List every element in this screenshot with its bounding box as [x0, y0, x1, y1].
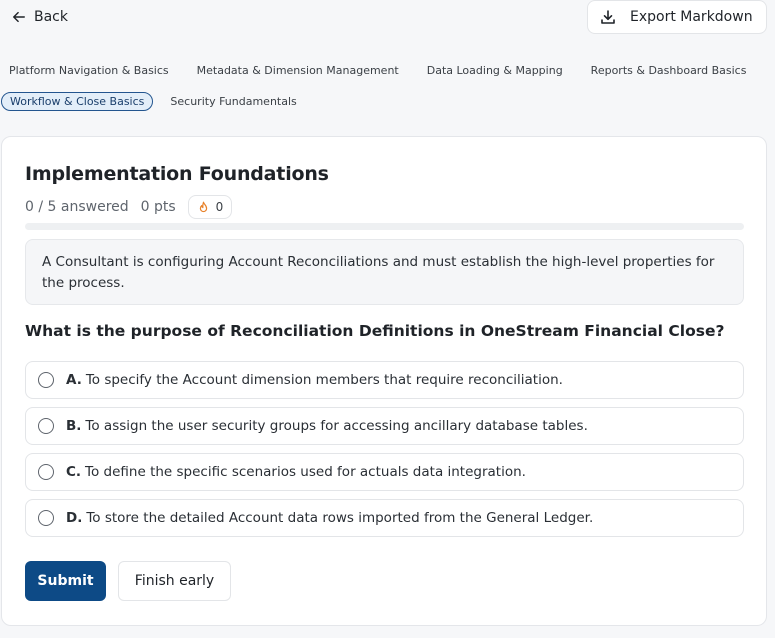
option-d-text: To store the detailed Account data rows … [86, 510, 594, 526]
back-label: Back [34, 9, 68, 25]
topic-tabs-row-2: Workflow & Close Basics Security Fundame… [0, 90, 306, 112]
quiz-stats: 0 / 5 answered 0 pts 0 [25, 195, 233, 219]
export-markdown-button[interactable]: Export Markdown [587, 0, 767, 34]
streak-badge: 0 [187, 195, 233, 219]
tab-data-loading[interactable]: Data Loading & Mapping [418, 61, 572, 80]
option-d[interactable]: D. To store the detailed Account data ro… [25, 499, 744, 537]
option-b-letter: B. [66, 418, 82, 434]
option-a-letter: A. [66, 372, 82, 388]
streak-count: 0 [215, 200, 224, 214]
question-context: A Consultant is configuring Account Reco… [25, 239, 744, 305]
option-c-text: To define the specific scenarios used fo… [85, 464, 526, 480]
arrow-left-icon [13, 11, 25, 23]
tab-workflow-close[interactable]: Workflow & Close Basics [1, 91, 154, 111]
option-c-letter: C. [66, 464, 82, 480]
download-icon [601, 10, 615, 24]
option-a[interactable]: A. To specify the Account dimension memb… [25, 361, 744, 399]
option-d-letter: D. [66, 510, 83, 526]
quiz-title: Implementation Foundations [25, 163, 329, 185]
question-text: What is the purpose of Reconciliation De… [25, 322, 725, 340]
option-c-radio[interactable] [38, 464, 54, 480]
answered-count: 0 / 5 answered [25, 199, 129, 215]
option-a-text: To specify the Account dimension members… [85, 372, 563, 388]
option-d-radio[interactable] [38, 510, 54, 526]
tab-security-fundamentals[interactable]: Security Fundamentals [161, 92, 305, 111]
top-bar: Back Export Markdown [0, 0, 775, 40]
points-count: 0 pts [140, 199, 176, 215]
flame-icon [199, 201, 207, 212]
back-button[interactable]: Back [12, 6, 68, 28]
topic-tabs-row-1: Platform Navigation & Basics Metadata & … [0, 59, 755, 81]
tab-platform-navigation[interactable]: Platform Navigation & Basics [0, 61, 178, 80]
option-b[interactable]: B. To assign the user security groups fo… [25, 407, 744, 445]
option-c[interactable]: C. To define the specific scenarios used… [25, 453, 744, 491]
quiz-progress-bar [25, 223, 744, 230]
option-b-radio[interactable] [38, 418, 54, 434]
finish-early-button[interactable]: Finish early [118, 561, 231, 601]
export-label: Export Markdown [630, 9, 753, 25]
tab-metadata-dimension[interactable]: Metadata & Dimension Management [188, 61, 408, 80]
submit-button[interactable]: Submit [25, 561, 106, 601]
tab-reports-dashboard[interactable]: Reports & Dashboard Basics [582, 61, 756, 80]
quiz-card: Implementation Foundations 0 / 5 answere… [1, 136, 767, 626]
option-b-text: To assign the user security groups for a… [85, 418, 588, 434]
option-a-radio[interactable] [38, 372, 54, 388]
